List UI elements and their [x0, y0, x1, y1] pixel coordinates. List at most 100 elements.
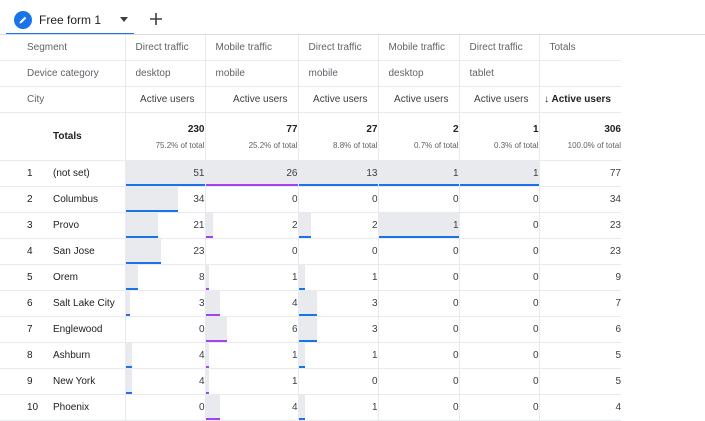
metric-header-4[interactable]: Active users — [377, 86, 459, 113]
cell-bar-line — [379, 184, 459, 186]
cell-bar-line — [126, 366, 132, 368]
cell-value: 4 — [198, 350, 205, 361]
data-cell: 0 — [458, 342, 539, 369]
total-percent: 0.3% of total — [494, 140, 539, 150]
cell-bar — [206, 291, 220, 314]
cell-value: 1 — [452, 168, 459, 179]
cell-value: 7 — [615, 298, 621, 309]
metric-header-3[interactable]: Active users — [297, 86, 378, 113]
cell-bar-line — [206, 236, 213, 238]
row-number: 1 — [27, 168, 33, 179]
table-row[interactable]: 2 Columbus 34 0 0 0 0 34 — [0, 186, 621, 213]
cell-value: 0 — [532, 402, 539, 413]
cell-bar — [379, 161, 459, 184]
city-dimension-header[interactable]: City — [0, 86, 125, 113]
metric-header-5[interactable]: Active users — [458, 86, 539, 113]
table-row[interactable]: 6 Salt Lake City 3 4 3 0 0 7 — [0, 290, 621, 317]
table-row[interactable]: 7 Englewood 0 6 3 0 0 6 — [0, 316, 621, 343]
cell-bar — [126, 187, 179, 210]
data-cell: 3 — [297, 316, 378, 343]
cell-value: 4 — [198, 376, 205, 387]
cell-bar — [126, 369, 132, 392]
table-row[interactable]: 9 New York 4 1 0 0 0 5 — [0, 368, 621, 395]
segment-col-3[interactable]: Direct traffic — [297, 35, 378, 61]
data-cell: 1 — [204, 264, 298, 291]
segment-header-row: Segment Direct traffic Mobile traffic Di… — [0, 35, 621, 61]
cell-value: 8 — [198, 272, 205, 283]
cell-value: 0 — [532, 324, 539, 335]
totals-cell: 7 — [538, 290, 621, 317]
segment-col-5[interactable]: Direct traffic — [458, 35, 539, 61]
cell-bar — [206, 395, 220, 418]
segment-label: Segment — [0, 35, 125, 61]
table-row[interactable]: 10 Phoenix 0 4 1 0 0 4 — [0, 394, 621, 421]
data-cell: 0 — [377, 264, 459, 291]
cell-value: 2 — [371, 220, 378, 231]
cell-value: 0 — [452, 324, 459, 335]
cell-bar — [299, 395, 305, 418]
cell-bar — [299, 213, 311, 236]
add-tab-button[interactable] — [143, 6, 169, 32]
data-cell: 0 — [377, 342, 459, 369]
report-table: Segment Direct traffic Mobile traffic Di… — [0, 35, 621, 421]
table-row[interactable]: 3 Provo 21 2 2 1 0 23 — [0, 212, 621, 239]
cell-value: 0 — [452, 402, 459, 413]
cell-value: 1 — [452, 220, 459, 231]
segment-col-1[interactable]: Direct traffic — [124, 35, 205, 61]
row-dimension-cell: 5 Orem — [0, 264, 125, 291]
row-dimension-cell: 8 Ashburn — [0, 342, 125, 369]
table-row[interactable]: 5 Orem 8 1 1 0 0 9 — [0, 264, 621, 291]
cell-value: 5 — [615, 376, 621, 387]
cell-bar — [126, 265, 138, 288]
cell-value: 0 — [532, 376, 539, 387]
segment-col-2[interactable]: Mobile traffic — [204, 35, 298, 61]
data-cell: 0 — [458, 290, 539, 317]
data-cell: 1 — [377, 212, 459, 239]
cell-value: 4 — [291, 298, 298, 309]
row-dimension-cell: 10 Phoenix — [0, 394, 125, 421]
data-cell: 8 — [124, 264, 205, 291]
cell-value: 0 — [198, 324, 205, 335]
cell-bar-line — [126, 314, 131, 316]
cell-value: 23 — [609, 246, 621, 257]
row-dimension-cell: 7 Englewood — [0, 316, 125, 343]
metric-header-totals-sorted[interactable]: ↓ Active users — [538, 86, 621, 113]
data-cell: 1 — [458, 160, 539, 187]
row-number: 9 — [27, 376, 33, 387]
device-col-5: tablet — [458, 60, 539, 87]
metric-header-2[interactable]: Active users — [204, 86, 298, 113]
cell-value: 0 — [452, 272, 459, 283]
chevron-down-icon[interactable] — [120, 17, 128, 22]
cell-value: 6 — [615, 324, 621, 335]
cell-value: 1 — [532, 168, 539, 179]
totals-cell: 34 — [538, 186, 621, 213]
row-number: 2 — [27, 194, 33, 205]
tab-free-form-1[interactable]: Free form 1 — [6, 4, 134, 35]
cell-bar — [299, 317, 317, 340]
cell-bar-line — [206, 366, 209, 368]
metric-header-1[interactable]: Active users — [124, 86, 205, 113]
totals-cell: 5 — [538, 368, 621, 395]
cell-bar-line — [299, 184, 378, 186]
cell-bar — [206, 161, 298, 184]
row-number: 5 — [27, 272, 33, 283]
data-cell: 0 — [377, 238, 459, 265]
row-number: 10 — [27, 402, 39, 413]
table-row[interactable]: 4 San Jose 23 0 0 0 0 23 — [0, 238, 621, 265]
cell-bar-line — [206, 314, 220, 316]
total-value: 2 — [452, 123, 459, 135]
cell-bar-line — [379, 236, 459, 238]
totals-label: Totals — [0, 112, 125, 161]
cell-value: 0 — [371, 246, 378, 257]
metric-header-row: City Active users Active users Active us… — [0, 86, 621, 113]
data-cell: 23 — [124, 238, 205, 265]
row-number: 7 — [27, 324, 33, 335]
cell-bar-line — [299, 366, 305, 368]
cell-bar-line — [299, 340, 317, 342]
data-cell: 0 — [204, 186, 298, 213]
table-row[interactable]: 1 (not set) 51 26 13 1 1 77 — [0, 160, 621, 187]
table-row[interactable]: 8 Ashburn 4 1 1 0 0 5 — [0, 342, 621, 369]
total-cell-5: 1 0.3% of total — [458, 112, 539, 161]
segment-col-4[interactable]: Mobile traffic — [377, 35, 459, 61]
cell-value: 4 — [291, 402, 298, 413]
